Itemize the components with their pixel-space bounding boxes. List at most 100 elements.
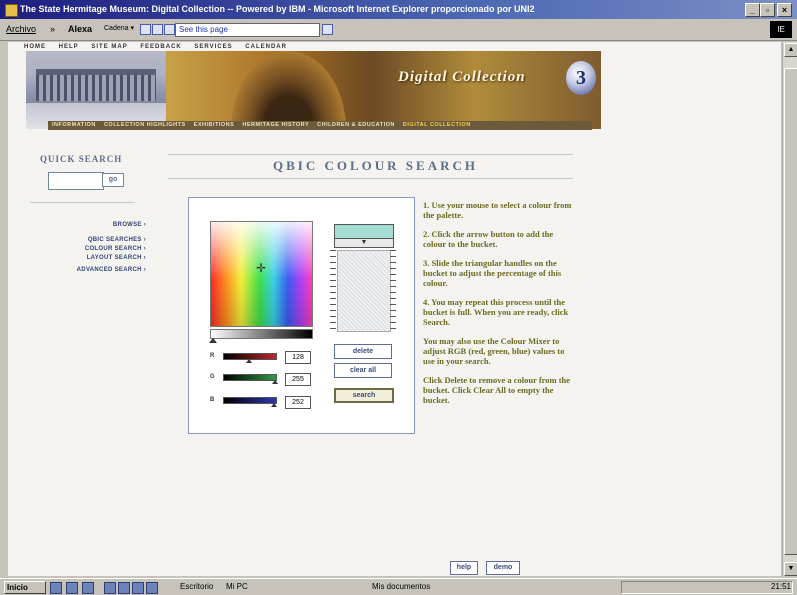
instructions: 1. Use your mouse to select a colour fro… xyxy=(423,200,573,414)
topnav-home[interactable]: HOME xyxy=(24,44,46,50)
qbic-searches-link[interactable]: QBIC SEARCHES › xyxy=(77,237,146,243)
cadena-dropdown[interactable]: Cadena ▾ xyxy=(104,24,134,32)
minimize-button[interactable]: _ xyxy=(745,3,760,17)
banner-title: Digital Collection xyxy=(398,69,526,85)
section-nav-information[interactable]: INFORMATION xyxy=(52,122,96,128)
help-button[interactable]: help xyxy=(450,561,478,575)
topnav-help[interactable]: HELP xyxy=(59,44,79,50)
delete-button[interactable]: delete xyxy=(334,344,392,359)
section-nav-exhibitions[interactable]: EXHIBITIONS xyxy=(194,122,235,128)
divider xyxy=(168,154,573,155)
nav-icon-1[interactable] xyxy=(140,24,151,35)
quicklaunch-icon-7[interactable] xyxy=(146,582,158,594)
colour-bucket[interactable] xyxy=(337,250,391,332)
hermitage-building-image[interactable] xyxy=(26,51,166,129)
quick-search-title: QUICK SEARCH xyxy=(40,154,123,164)
demo-button[interactable]: demo xyxy=(486,561,520,575)
divider xyxy=(168,178,573,179)
layout-search-link[interactable]: LAYOUT SEARCH › xyxy=(77,255,146,261)
topnav-calendar[interactable]: CALENDAR xyxy=(245,44,287,50)
divider xyxy=(30,202,135,203)
browser-toolbar: Archivo » Alexa Cadena ▾ See this page I… xyxy=(0,19,797,41)
taskbar: Inicio Escritorio Mi PC Mis documentos 2… xyxy=(0,578,797,595)
quick-search-input[interactable] xyxy=(48,172,104,190)
maximize-button[interactable]: ▫ xyxy=(760,3,775,17)
nav-icon-2[interactable] xyxy=(152,24,163,35)
instruction-mixer: You may also use the Colour Mixer to adj… xyxy=(423,336,565,366)
section-nav-hermitage-history[interactable]: HERMITAGE HISTORY xyxy=(242,122,309,128)
section-nav-digital-collection[interactable]: DIGITAL COLLECTION xyxy=(403,122,471,128)
browser-window: The State Hermitage Museum: Digital Coll… xyxy=(0,0,797,595)
instruction-step-1: 1. Use your mouse to select a colour fro… xyxy=(423,200,572,220)
colour-palette[interactable]: ✛ xyxy=(210,221,313,327)
ibm-logo-icon: 3 xyxy=(566,61,596,95)
section-nav-children-education[interactable]: CHILDREN & EDUCATION xyxy=(317,122,395,128)
quicklaunch-icon-5[interactable] xyxy=(118,582,130,594)
bucket-scale-left xyxy=(330,250,336,330)
side-links: BROWSE › QBIC SEARCHES › COLOUR SEARCH ›… xyxy=(77,222,146,276)
topnav-services[interactable]: SERVICES xyxy=(194,44,232,50)
section-nav-collection-highlights[interactable]: COLLECTION HIGHLIGHTS xyxy=(104,122,186,128)
g-slider-handle[interactable] xyxy=(272,380,278,384)
colour-mixer-panel: ✛ R 128 G 255 B 252 ▼ delete clear all s… xyxy=(188,197,415,434)
start-button[interactable]: Inicio xyxy=(4,581,46,594)
search-button[interactable]: search xyxy=(334,388,394,403)
scroll-up-arrow-icon[interactable]: ▲ xyxy=(784,43,797,57)
brightness-bar[interactable] xyxy=(210,329,313,339)
brightness-handle[interactable] xyxy=(209,338,217,343)
instruction-step-2: 2. Click the arrow button to add the col… xyxy=(423,229,554,249)
quick-search-go-button[interactable]: go xyxy=(102,173,124,187)
topnav-site-map[interactable]: SITE MAP xyxy=(91,44,127,50)
building-facade xyxy=(36,75,156,101)
clear-all-button[interactable]: clear all xyxy=(334,363,392,378)
page-content: HOME HELP SITE MAP FEEDBACK SERVICES CAL… xyxy=(8,42,781,576)
title-bar: The State Hermitage Museum: Digital Coll… xyxy=(0,0,797,19)
instruction-delete: Click Delete to remove a colour from the… xyxy=(423,375,571,405)
r-slider-handle[interactable] xyxy=(246,359,252,363)
g-value-field[interactable]: 255 xyxy=(285,373,311,386)
page-title: QBIC COLOUR SEARCH xyxy=(273,158,478,173)
quicklaunch-icon-4[interactable] xyxy=(104,582,116,594)
quicklaunch-icon-2[interactable] xyxy=(66,582,78,594)
vertical-scrollbar[interactable]: ▲ ▼ xyxy=(782,42,797,576)
system-tray xyxy=(621,581,793,594)
section-nav: INFORMATION COLLECTION HIGHLIGHTS EXHIBI… xyxy=(48,121,592,130)
b-value-field[interactable]: 252 xyxy=(285,396,311,409)
header-banner: Digital Collection 3 xyxy=(26,51,601,129)
taskbar-escritorio[interactable]: Escritorio xyxy=(180,582,213,591)
g-label: G xyxy=(210,374,215,380)
quicklaunch-icon-6[interactable] xyxy=(132,582,144,594)
taskbar-mi-pc[interactable]: Mi PC xyxy=(226,582,248,591)
quicklaunch-icon-3[interactable] xyxy=(82,582,94,594)
browse-link[interactable]: BROWSE › xyxy=(77,222,146,228)
b-label: B xyxy=(210,397,215,403)
info-icon[interactable] xyxy=(322,24,333,35)
b-slider[interactable] xyxy=(223,397,277,404)
g-slider[interactable] xyxy=(223,374,277,381)
ie-icon xyxy=(5,4,18,17)
add-to-bucket-arrow-button[interactable]: ▼ xyxy=(334,238,394,248)
window-title: The State Hermitage Museum: Digital Coll… xyxy=(20,4,535,14)
instruction-step-3: 3. Slide the triangular handles on the b… xyxy=(423,258,562,288)
r-value-field[interactable]: 128 xyxy=(285,351,311,364)
instruction-step-4: 4. You may repeat this process until the… xyxy=(423,297,569,327)
clock: 21:51 xyxy=(770,582,791,591)
nav-icon-3[interactable] xyxy=(164,24,175,35)
scroll-down-arrow-icon[interactable]: ▼ xyxy=(784,562,797,576)
r-label: R xyxy=(210,353,215,359)
see-this-page-button[interactable]: See this page xyxy=(175,23,320,37)
colour-search-link[interactable]: COLOUR SEARCH › xyxy=(77,246,146,252)
menu-archivo[interactable]: Archivo xyxy=(6,24,36,34)
alexa-toolbar[interactable]: Alexa xyxy=(68,24,92,34)
taskbar-mis-documentos[interactable]: Mis documentos xyxy=(372,582,430,591)
b-slider-handle[interactable] xyxy=(271,403,278,407)
arch-image xyxy=(231,51,346,129)
advanced-search-link[interactable]: ADVANCED SEARCH › xyxy=(77,267,146,273)
crosshair-icon: ✛ xyxy=(256,261,267,275)
ie-throbber: IE xyxy=(770,21,792,38)
quicklaunch-icon-1[interactable] xyxy=(50,582,62,594)
topnav-feedback[interactable]: FEEDBACK xyxy=(140,44,181,50)
scroll-thumb[interactable] xyxy=(784,68,797,555)
close-button[interactable]: × xyxy=(777,3,792,17)
chevron-icon[interactable]: » xyxy=(50,24,55,34)
